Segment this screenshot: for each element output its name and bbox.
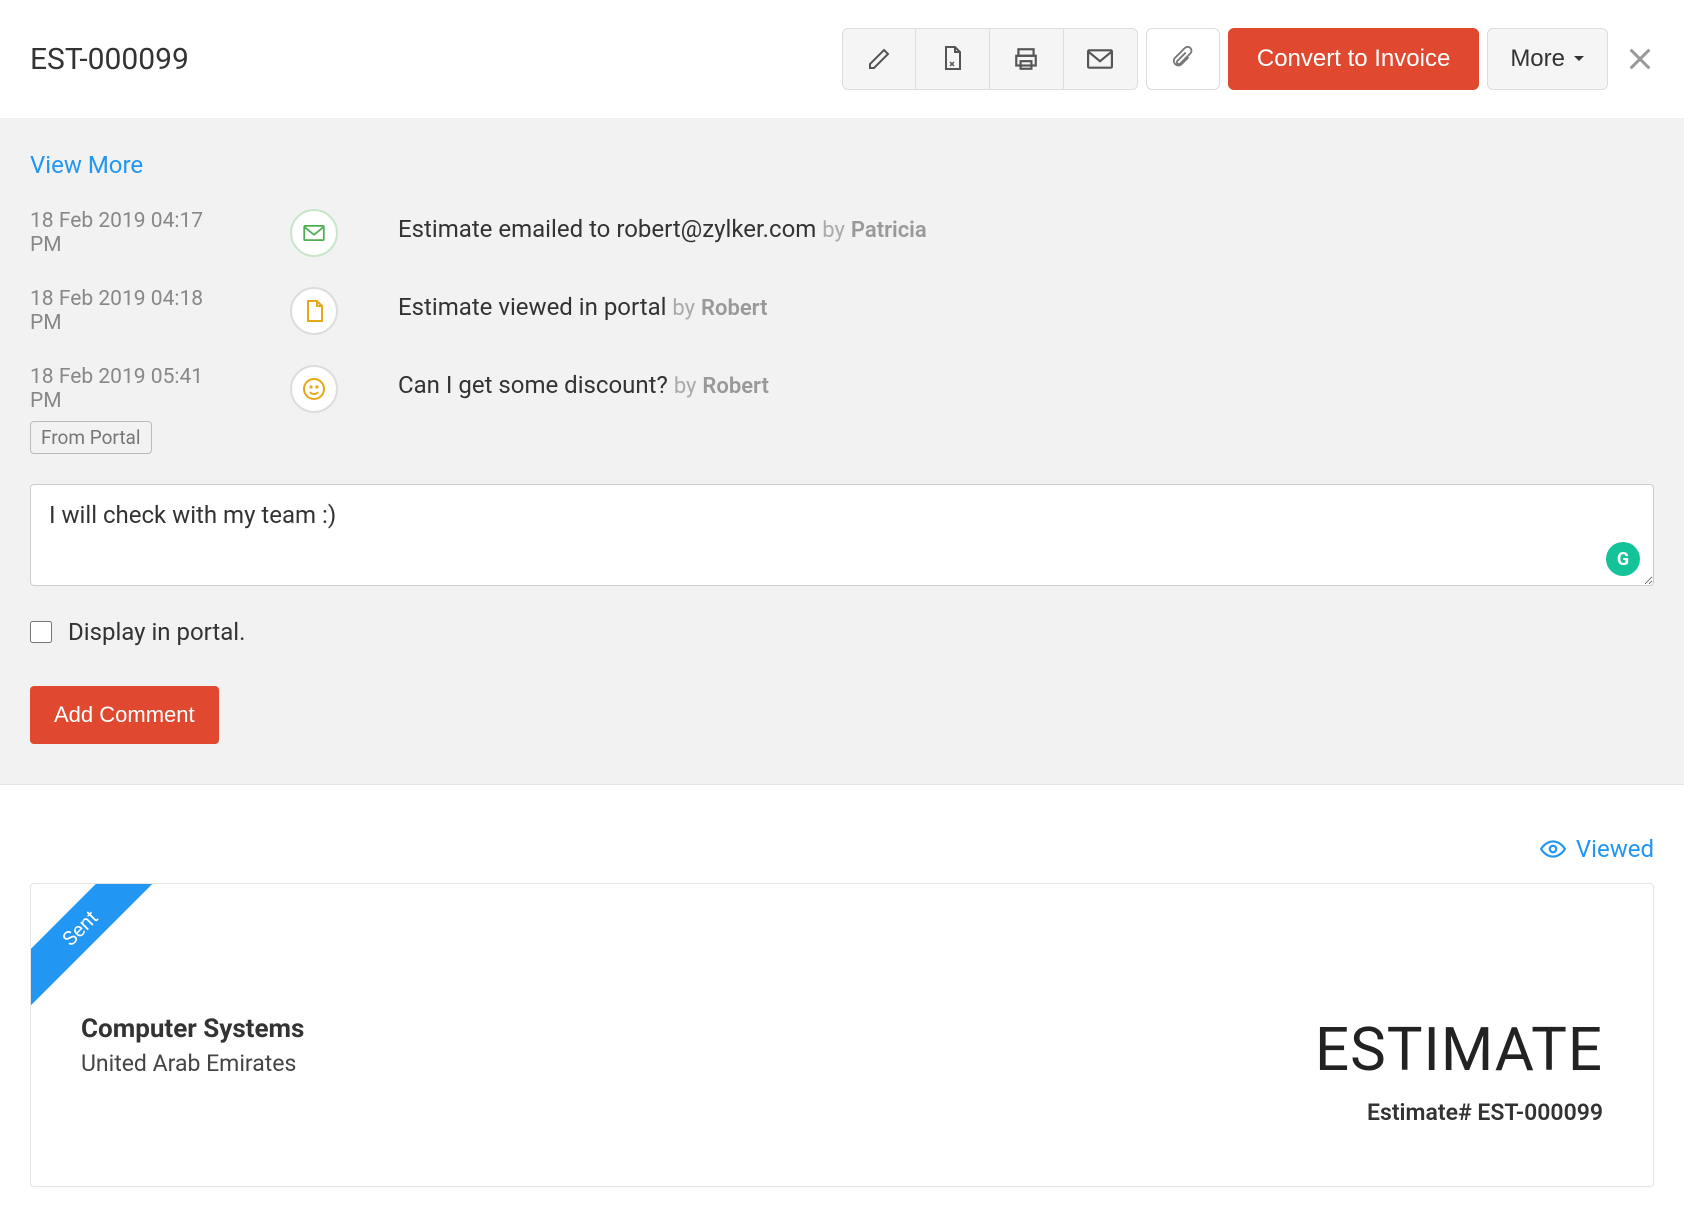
by-name: Robert bbox=[702, 374, 768, 399]
header-actions: Convert to Invoice More bbox=[842, 28, 1654, 90]
pdf-icon bbox=[940, 45, 964, 73]
envelope-icon bbox=[1087, 49, 1113, 69]
activity-row: 18 Feb 2019 04:17 PM Estimate emailed to… bbox=[30, 209, 1654, 257]
convert-to-invoice-button[interactable]: Convert to Invoice bbox=[1228, 28, 1479, 90]
page-header: EST-000099 Convert to Invoice More bbox=[0, 0, 1684, 119]
smile-icon bbox=[302, 377, 326, 401]
display-in-portal-row: Display in portal. bbox=[30, 618, 1654, 646]
activity-time: 18 Feb 2019 05:41 PM From Portal bbox=[30, 365, 230, 454]
edit-button[interactable] bbox=[842, 28, 916, 90]
comment-wrapper: G bbox=[30, 484, 1654, 590]
activity-row: 18 Feb 2019 04:18 PM Estimate viewed in … bbox=[30, 287, 1654, 335]
activity-row: 18 Feb 2019 05:41 PM From Portal Can I g… bbox=[30, 365, 1654, 454]
printer-icon bbox=[1013, 46, 1039, 72]
by-label: by bbox=[674, 374, 697, 399]
close-button[interactable] bbox=[1626, 45, 1654, 73]
email-button[interactable] bbox=[1064, 28, 1138, 90]
activity-text: Estimate viewed in portal bbox=[398, 293, 666, 321]
activity-text: Estimate emailed to robert@zylker.com bbox=[398, 215, 816, 243]
by-name: Robert bbox=[701, 296, 767, 321]
add-comment-button[interactable]: Add Comment bbox=[30, 686, 219, 744]
activity-panel: View More 18 Feb 2019 04:17 PM Estimate … bbox=[0, 119, 1684, 785]
activity-icon bbox=[290, 287, 338, 335]
close-icon bbox=[1626, 45, 1654, 73]
display-in-portal-checkbox[interactable] bbox=[30, 621, 52, 643]
by-label: by bbox=[822, 218, 845, 243]
doc-title: ESTIMATE bbox=[1315, 1014, 1603, 1085]
doc-number: Estimate# EST-000099 bbox=[1315, 1099, 1603, 1126]
display-in-portal-label: Display in portal. bbox=[68, 618, 245, 646]
company-name: Computer Systems bbox=[81, 1014, 304, 1044]
pencil-icon bbox=[867, 47, 891, 71]
activity-time-text: 18 Feb 2019 05:41 PM bbox=[30, 365, 230, 413]
more-button[interactable]: More bbox=[1487, 28, 1608, 90]
activity-text: Can I get some discount? bbox=[398, 371, 668, 399]
company-location: United Arab Emirates bbox=[81, 1050, 304, 1077]
activity-time-text: 18 Feb 2019 04:18 PM bbox=[30, 287, 230, 335]
doc-title-block: ESTIMATE Estimate# EST-000099 bbox=[1315, 1014, 1603, 1126]
print-button[interactable] bbox=[990, 28, 1064, 90]
toolbar-button-group bbox=[842, 28, 1138, 90]
doc-body: Computer Systems United Arab Emirates ES… bbox=[81, 1014, 1603, 1126]
by-label: by bbox=[672, 296, 695, 321]
mail-icon bbox=[303, 225, 325, 241]
attach-button[interactable] bbox=[1146, 28, 1220, 90]
company-block: Computer Systems United Arab Emirates bbox=[81, 1014, 304, 1077]
caret-down-icon bbox=[1573, 55, 1585, 63]
activity-content: Estimate viewed in portal by Robert bbox=[398, 287, 768, 321]
pdf-button[interactable] bbox=[916, 28, 990, 90]
from-portal-badge: From Portal bbox=[30, 421, 152, 454]
activity-time-text: 18 Feb 2019 04:17 PM bbox=[30, 209, 230, 257]
view-more-link[interactable]: View More bbox=[30, 151, 143, 179]
doc-icon bbox=[304, 299, 324, 323]
more-label: More bbox=[1510, 45, 1565, 73]
activity-time: 18 Feb 2019 04:17 PM bbox=[30, 209, 230, 257]
paperclip-icon bbox=[1172, 46, 1194, 72]
viewed-indicator: Viewed bbox=[30, 835, 1654, 863]
activity-content: Can I get some discount? by Robert bbox=[398, 365, 769, 399]
activity-icon bbox=[290, 209, 338, 257]
sent-ribbon: Sent bbox=[30, 883, 168, 1016]
eye-icon bbox=[1540, 840, 1566, 858]
activity-icon bbox=[290, 365, 338, 413]
activity-time: 18 Feb 2019 04:18 PM bbox=[30, 287, 230, 335]
estimate-document: Sent Computer Systems United Arab Emirat… bbox=[30, 883, 1654, 1187]
by-name: Patricia bbox=[851, 218, 927, 243]
document-area: Viewed Sent Computer Systems United Arab… bbox=[0, 785, 1684, 1187]
activity-content: Estimate emailed to robert@zylker.com by… bbox=[398, 209, 927, 243]
estimate-title: EST-000099 bbox=[30, 42, 189, 77]
viewed-label: Viewed bbox=[1576, 835, 1654, 863]
comment-input[interactable] bbox=[30, 484, 1654, 586]
grammarly-badge[interactable]: G bbox=[1606, 542, 1640, 576]
